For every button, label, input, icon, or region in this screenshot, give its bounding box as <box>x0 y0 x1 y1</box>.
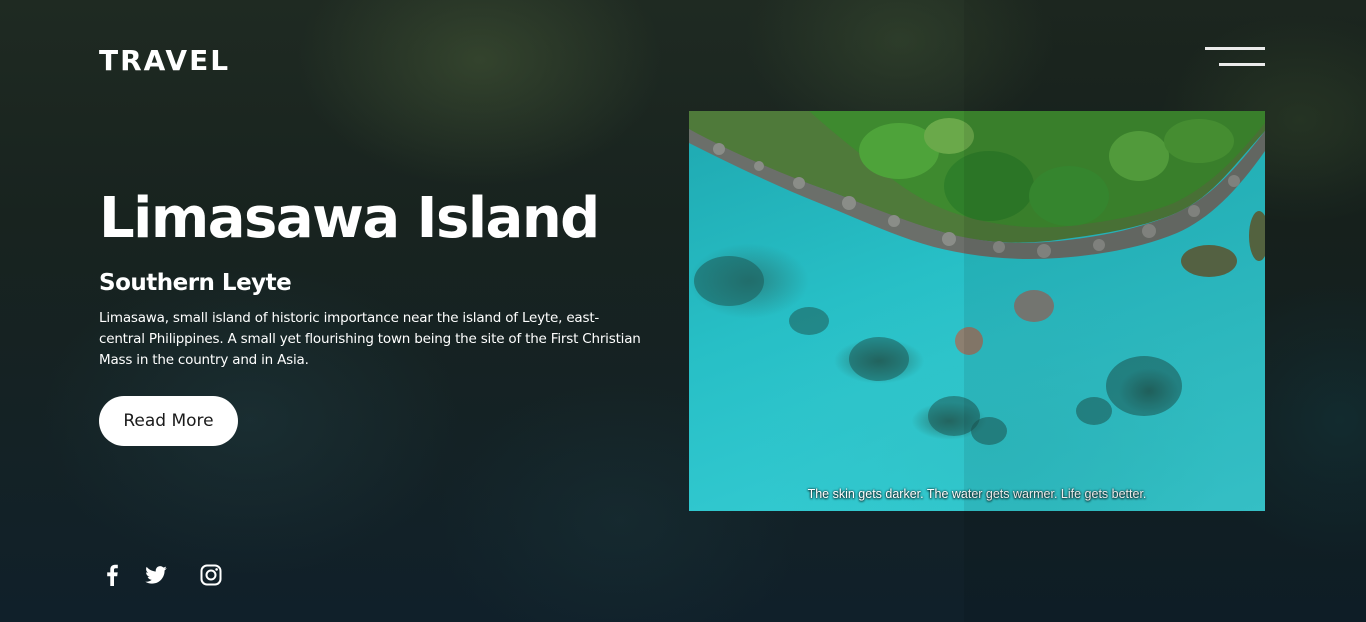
twitter-icon[interactable] <box>144 563 168 587</box>
hero-title: Limasawa Island <box>99 186 600 251</box>
menu-button[interactable] <box>1205 47 1265 69</box>
brand-logo[interactable]: TRAVEL <box>99 44 230 78</box>
instagram-icon[interactable] <box>199 563 223 587</box>
island-video[interactable]: The skin gets darker. The water gets war… <box>689 111 1265 511</box>
hero-subtitle: Southern Leyte <box>99 270 292 296</box>
video-caption: The skin gets darker. The water gets war… <box>807 487 1147 501</box>
hero-description: Limasawa, small island of historic impor… <box>99 310 641 368</box>
hamburger-menu-icon-line <box>1219 63 1265 66</box>
read-more-button[interactable]: Read More <box>99 396 238 446</box>
facebook-icon[interactable] <box>100 563 124 587</box>
coastline-illustration <box>689 111 1265 445</box>
hamburger-menu-icon <box>1205 47 1265 50</box>
landing-page: TRAVEL Limasawa Island Southern Leyte Li… <box>0 0 1366 622</box>
